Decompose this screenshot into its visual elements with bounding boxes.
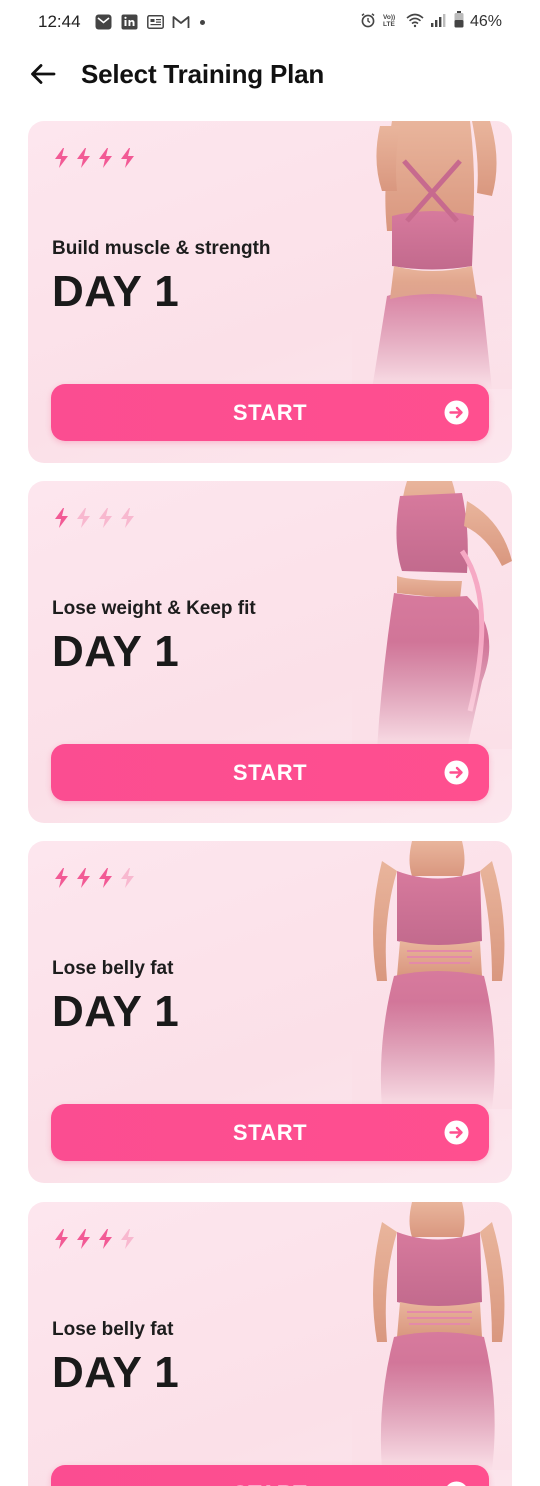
mail-icon [94, 14, 112, 30]
lightning-icon [77, 1229, 90, 1249]
lightning-icon [55, 868, 68, 888]
system-icons: Vo)) LTE 46% [360, 11, 502, 33]
model-figure-image [352, 481, 512, 749]
training-plan-card[interactable]: Lose belly fat DAY 1 START [28, 841, 512, 1183]
lightning-icon [77, 508, 90, 528]
battery-icon [454, 11, 464, 33]
plan-goal: Lose weight & Keep fit [52, 598, 256, 619]
intensity-rating [52, 1228, 138, 1250]
status-bar: 12:44 Vo)) LTE 46% [0, 0, 540, 44]
wifi-icon [406, 12, 424, 33]
model-figure-image [352, 1202, 512, 1470]
lightning-icon [55, 148, 68, 168]
plan-day: DAY 1 [52, 267, 180, 316]
lightning-icon [121, 508, 134, 528]
linkedin-icon [120, 14, 138, 30]
arrow-left-icon [31, 64, 56, 84]
alarm-icon [360, 12, 376, 33]
training-plan-card[interactable]: Lose belly fat DAY 1 START [28, 1202, 512, 1486]
start-button[interactable]: START [51, 1104, 489, 1161]
start-button-label: START [232, 400, 308, 425]
plan-goal: Lose belly fat [52, 958, 174, 979]
arrow-right-circle-icon [444, 760, 469, 785]
arrow-right-circle-icon [444, 400, 469, 425]
intensity-rating [52, 147, 138, 169]
page-title: Select Training Plan [81, 59, 325, 89]
volte-icon: Vo)) LTE [382, 12, 400, 33]
lightning-icon [55, 508, 68, 528]
gmail-icon [172, 14, 190, 30]
signal-icon [430, 12, 448, 33]
lightning-icon [99, 868, 112, 888]
plan-goal: Build muscle & strength [52, 238, 271, 259]
plan-goal: Lose belly fat [52, 1319, 174, 1340]
plan-day: DAY 1 [52, 987, 180, 1036]
more-notifications-dot [200, 19, 205, 25]
battery-percent: 46% [469, 13, 502, 30]
lightning-icon [121, 1229, 134, 1249]
plan-day: DAY 1 [52, 1348, 180, 1397]
lightning-icon [77, 868, 90, 888]
lightning-icon [99, 148, 112, 168]
notification-icons [94, 12, 205, 32]
plan-day: DAY 1 [52, 627, 180, 676]
start-button[interactable]: START [51, 744, 489, 801]
training-plan-card[interactable]: Build muscle & strength DAY 1 START [28, 121, 512, 463]
arrow-right-circle-icon [447, 1481, 466, 1486]
start-button[interactable]: START [51, 384, 489, 441]
lightning-icon [55, 1229, 68, 1249]
intensity-rating [52, 867, 138, 889]
training-plan-card[interactable]: Lose weight & Keep fit DAY 1 START [28, 481, 512, 823]
arrow-right-circle-icon [444, 1120, 469, 1145]
intensity-rating [52, 507, 138, 529]
lightning-icon [77, 148, 90, 168]
svg-text:Vo)): Vo)) [383, 14, 395, 21]
lightning-icon [99, 508, 112, 528]
start-button[interactable]: START [51, 1465, 489, 1486]
news-icon [146, 14, 164, 30]
lightning-icon [121, 868, 134, 888]
model-figure-image [352, 121, 512, 389]
back-button[interactable] [28, 59, 58, 89]
svg-text:LTE: LTE [383, 21, 395, 28]
start-button-label: START [232, 760, 308, 785]
model-figure-image [352, 841, 512, 1109]
status-time: 12:44 [38, 12, 81, 31]
app-header: Select Training Plan [0, 56, 540, 96]
start-button-label: START [232, 1120, 308, 1145]
lightning-icon [99, 1229, 112, 1249]
lightning-icon [121, 148, 134, 168]
start-button-label: START [51, 1481, 489, 1486]
